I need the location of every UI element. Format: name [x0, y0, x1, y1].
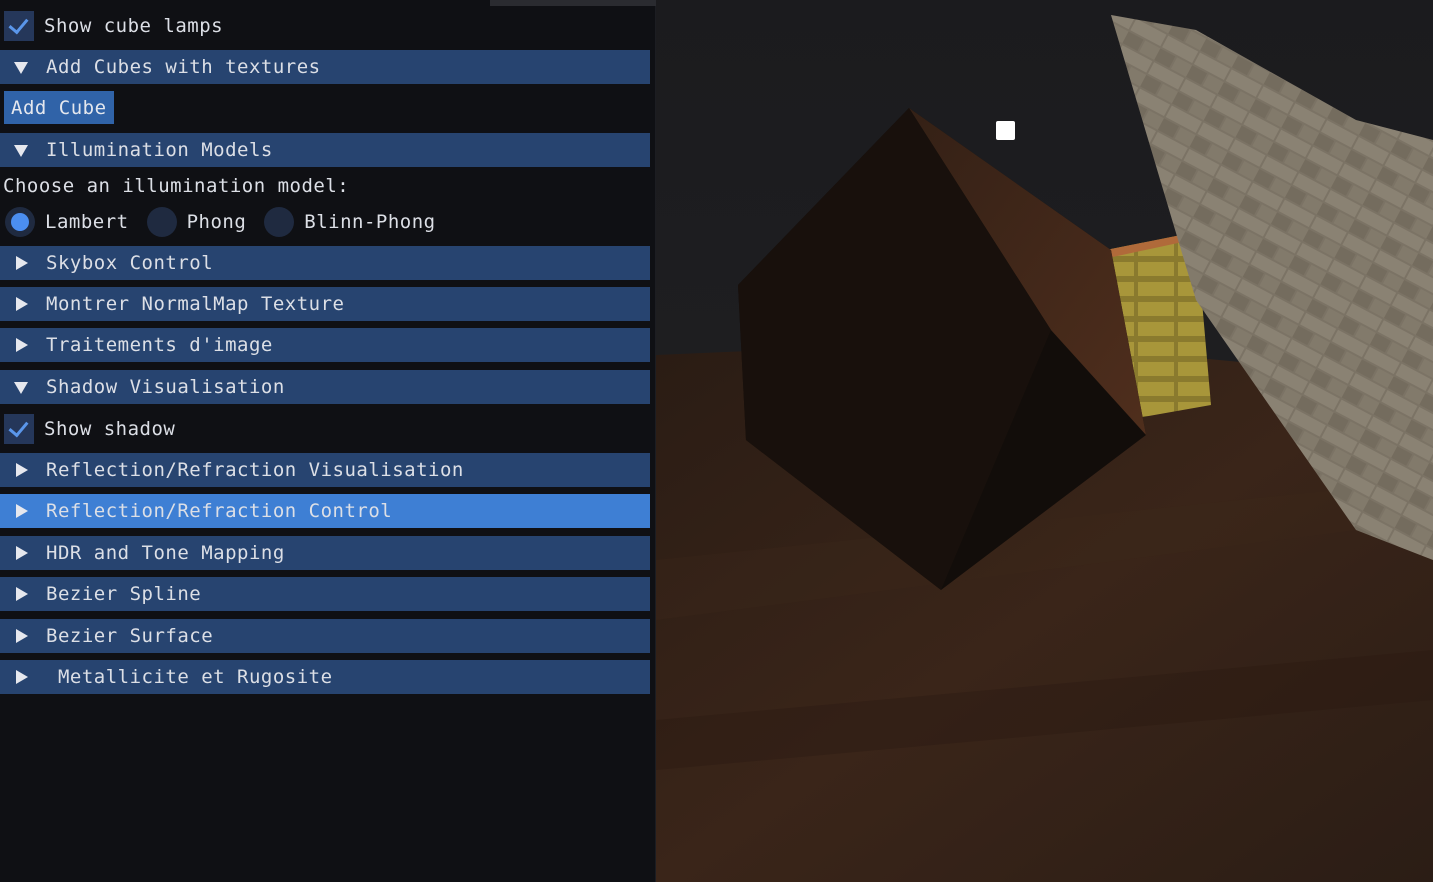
header-reflection-ctrl-label: Reflection/Refraction Control — [46, 500, 393, 522]
add-cube-button[interactable]: Add Cube — [4, 91, 114, 124]
header-skybox-control[interactable]: Skybox Control — [0, 246, 650, 280]
header-reflection-control[interactable]: Reflection/Refraction Control — [0, 494, 650, 528]
expanded-arrow-icon — [14, 380, 28, 394]
illumination-radio-group: Lambert Phong Blinn-Phong — [0, 205, 650, 239]
header-normalmap-label: Montrer NormalMap Texture — [46, 293, 345, 315]
illumination-prompt: Choose an illumination model: — [3, 175, 350, 197]
header-metallicite-label: Metallicite et Rugosite — [46, 666, 333, 688]
radio-lambert-label[interactable]: Lambert — [45, 211, 129, 233]
show-cube-lamps-label: Show cube lamps — [44, 15, 224, 37]
header-image-processing[interactable]: Traitements d'image — [0, 328, 650, 362]
header-bezier-surface[interactable]: Bezier Surface — [0, 619, 650, 653]
collapsed-arrow-icon — [14, 670, 28, 684]
radio-blinn-phong-label[interactable]: Blinn-Phong — [304, 211, 435, 233]
collapsed-arrow-icon — [14, 256, 28, 270]
header-hdr-label: HDR and Tone Mapping — [46, 542, 285, 564]
expanded-arrow-icon — [14, 143, 28, 157]
header-shadow-visualisation[interactable]: Shadow Visualisation — [0, 370, 650, 404]
collapsed-arrow-icon — [14, 504, 28, 518]
header-bezier-spline-label: Bezier Spline — [46, 583, 202, 605]
checkmark-icon[interactable] — [4, 414, 34, 444]
collapsed-arrow-icon — [14, 546, 28, 560]
header-bezier-spline[interactable]: Bezier Spline — [0, 577, 650, 611]
collapsed-arrow-icon — [14, 297, 28, 311]
header-reflection-vis-label: Reflection/Refraction Visualisation — [46, 459, 464, 481]
show-shadow-label: Show shadow — [44, 418, 176, 440]
expanded-arrow-icon — [14, 60, 28, 74]
header-illumination-label: Illumination Models — [46, 139, 273, 161]
3d-viewport[interactable] — [656, 0, 1433, 882]
radio-lambert[interactable] — [5, 207, 35, 237]
collapsed-arrow-icon — [14, 629, 28, 643]
header-reflection-visualisation[interactable]: Reflection/Refraction Visualisation — [0, 453, 650, 487]
header-bezier-surface-label: Bezier Surface — [46, 625, 214, 647]
header-add-cubes[interactable]: Add Cubes with textures — [0, 50, 650, 84]
show-shadow-checkbox[interactable]: Show shadow — [0, 412, 650, 446]
header-add-cubes-label: Add Cubes with textures — [46, 56, 321, 78]
header-skybox-label: Skybox Control — [46, 252, 214, 274]
header-image-processing-label: Traitements d'image — [46, 334, 273, 356]
header-hdr-tone-mapping[interactable]: HDR and Tone Mapping — [0, 536, 650, 570]
collapsed-arrow-icon — [14, 463, 28, 477]
header-metallicite[interactable]: Metallicite et Rugosite — [0, 660, 650, 694]
checkmark-icon[interactable] — [4, 11, 34, 41]
header-normalmap[interactable]: Montrer NormalMap Texture — [0, 287, 650, 321]
scene-render — [656, 0, 1433, 882]
show-cube-lamps-checkbox[interactable]: Show cube lamps — [0, 9, 650, 43]
header-shadow-label: Shadow Visualisation — [46, 376, 285, 398]
collapsed-arrow-icon — [14, 338, 28, 352]
radio-blinn-phong[interactable] — [264, 207, 295, 237]
radio-phong-label[interactable]: Phong — [187, 211, 247, 233]
radio-phong[interactable] — [146, 207, 177, 237]
header-illumination-models[interactable]: Illumination Models — [0, 133, 650, 167]
settings-panel: Show cube lamps Add Cubes with textures … — [0, 0, 656, 882]
collapsed-arrow-icon — [14, 587, 28, 601]
